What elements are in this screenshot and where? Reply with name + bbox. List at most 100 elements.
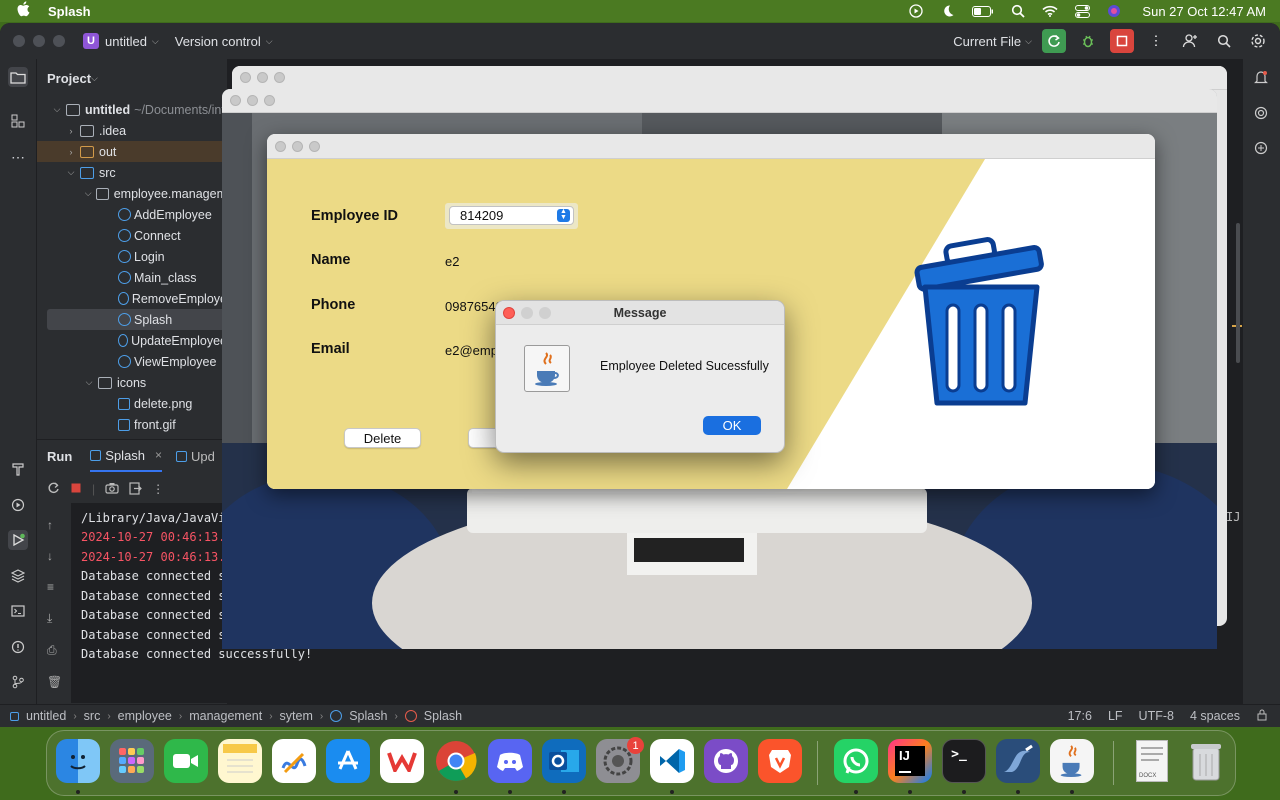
tree-item-class[interactable]: Main_class [37, 267, 227, 288]
terminal-icon[interactable]: >_ [942, 739, 986, 783]
discord-icon[interactable] [488, 739, 532, 783]
expanded-arrow-icon[interactable]: ⌵ [65, 167, 77, 178]
minimize-window-button[interactable] [33, 35, 45, 47]
tree-item-package[interactable]: ⌵ employee.managem [37, 183, 227, 204]
zoom-window-button[interactable] [309, 140, 320, 152]
file-encoding[interactable]: UTF-8 [1139, 709, 1174, 723]
scroll-down-icon[interactable]: ↓ [47, 549, 62, 563]
ai-assistant-icon[interactable] [1251, 103, 1271, 123]
control-center-icon[interactable] [1074, 4, 1090, 18]
breadcrumb-item[interactable]: Splash [349, 709, 387, 723]
tree-item-src[interactable]: ⌵ src [37, 162, 227, 183]
terminal-icon[interactable] [8, 601, 28, 621]
run-tab-update[interactable]: Upd [176, 449, 215, 464]
more-tools-icon[interactable]: ⋯ [8, 147, 28, 167]
close-window-button[interactable] [13, 35, 25, 47]
launchpad-icon[interactable] [110, 739, 154, 783]
cursor-position[interactable]: 17:6 [1068, 709, 1092, 723]
breadcrumb-item[interactable]: src [84, 709, 101, 723]
delete-button[interactable]: Delete [344, 428, 421, 448]
layers-icon[interactable] [8, 566, 28, 586]
project-selector[interactable]: untitled [105, 34, 147, 49]
breadcrumb-item[interactable]: sytem [280, 709, 313, 723]
close-window-button[interactable] [275, 140, 286, 152]
chrome-icon[interactable] [434, 739, 478, 783]
zoom-window-button[interactable] [53, 35, 65, 47]
tree-item-class[interactable]: ViewEmployee [37, 351, 227, 372]
debug-bug-icon[interactable] [1076, 29, 1100, 53]
appstore-icon[interactable] [326, 739, 370, 783]
notes-icon[interactable] [218, 739, 262, 783]
stop-button[interactable] [1110, 29, 1134, 53]
tree-item-project-root[interactable]: ⌵ untitled ~/Documents/int [37, 99, 227, 120]
tree-item-class[interactable]: RemoveEmploye [37, 288, 227, 309]
mysql-workbench-icon[interactable] [996, 739, 1040, 783]
minimize-window-button[interactable] [247, 95, 258, 106]
document-icon[interactable]: DOCX [1130, 739, 1174, 783]
build-hammer-icon[interactable] [8, 459, 28, 479]
expanded-arrow-icon[interactable]: ⌵ [51, 104, 63, 115]
services-icon[interactable] [8, 495, 28, 515]
clear-trash-icon[interactable]: 🗑 [47, 675, 62, 689]
close-window-button[interactable] [240, 72, 251, 83]
close-window-button[interactable] [230, 95, 241, 106]
intellij-icon[interactable]: IJ [888, 739, 932, 783]
battery-icon[interactable] [972, 4, 994, 18]
apple-menu-icon[interactable] [16, 1, 32, 21]
run-console-output[interactable]: /Library/Java/JavaVi 2024-10-27 00:46:13… [71, 503, 312, 703]
lock-icon[interactable] [1256, 709, 1268, 724]
employee-id-select[interactable]: 814209 ▲ ▼ [449, 206, 574, 225]
editor-scrollbar[interactable] [1236, 223, 1240, 363]
rerun-button[interactable] [1042, 29, 1066, 53]
more-options-icon[interactable]: ⋮ [152, 482, 164, 498]
ok-button[interactable]: OK [703, 416, 761, 435]
wps-icon[interactable] [380, 739, 424, 783]
search-icon[interactable] [1212, 29, 1236, 53]
version-control-menu[interactable]: Version control [175, 34, 261, 49]
scroll-up-icon[interactable]: ↑ [47, 518, 62, 532]
breadcrumb-item[interactable]: management [189, 709, 262, 723]
play-status-icon[interactable] [908, 4, 924, 18]
freeform-icon[interactable] [272, 739, 316, 783]
minimize-window-button[interactable] [257, 72, 268, 83]
tree-item-icons-folder[interactable]: ⌵ icons [37, 372, 227, 393]
zoom-window-button[interactable] [264, 95, 275, 106]
wifi-icon[interactable] [1042, 4, 1058, 18]
git-branch-icon[interactable] [8, 672, 28, 692]
line-separator[interactable]: LF [1108, 709, 1123, 723]
problems-icon[interactable] [8, 637, 28, 657]
settings-gear-icon[interactable] [1246, 29, 1270, 53]
github-icon[interactable] [704, 739, 748, 783]
close-tab-icon[interactable]: × [155, 448, 162, 462]
tree-item-idea[interactable]: › .idea [37, 120, 227, 141]
indent-setting[interactable]: 4 spaces [1190, 709, 1240, 723]
stop-icon[interactable] [70, 482, 82, 498]
expanded-arrow-icon[interactable]: ⌵ [83, 377, 95, 388]
project-folder-icon[interactable] [8, 67, 28, 87]
tree-item-out[interactable]: › out [37, 141, 227, 162]
spotlight-search-icon[interactable] [1010, 4, 1026, 18]
breadcrumb-item[interactable]: employee [118, 709, 172, 723]
tree-item-class[interactable]: AddEmployee [37, 204, 227, 225]
more-options-icon[interactable]: ⋮ [1144, 29, 1168, 53]
collapsed-arrow-icon[interactable]: › [65, 126, 77, 136]
trash-icon[interactable] [1184, 739, 1228, 783]
run-config-selector[interactable]: Current File [953, 34, 1021, 49]
minimize-window-button[interactable] [292, 140, 303, 152]
project-panel-title[interactable]: Project [47, 71, 91, 86]
run-tab-splash[interactable]: Splash × [90, 440, 163, 472]
tree-item-class[interactable]: UpdateEmployee [37, 330, 227, 351]
select-arrows-icon[interactable]: ▲ ▼ [557, 208, 570, 222]
tree-item-class-selected[interactable]: Splash [47, 309, 227, 330]
active-app-name[interactable]: Splash [48, 4, 91, 19]
java-icon[interactable] [1050, 739, 1094, 783]
structure-icon[interactable] [8, 111, 28, 131]
tree-item-class[interactable]: Connect [37, 225, 227, 246]
copilot-icon[interactable] [1251, 138, 1271, 158]
brave-icon[interactable] [758, 739, 802, 783]
collapsed-arrow-icon[interactable]: › [65, 147, 77, 157]
finder-icon[interactable] [56, 739, 100, 783]
camera-icon[interactable] [105, 482, 119, 498]
siri-icon[interactable] [1106, 4, 1122, 18]
scroll-to-end-icon[interactable]: ⤓ [47, 611, 62, 626]
